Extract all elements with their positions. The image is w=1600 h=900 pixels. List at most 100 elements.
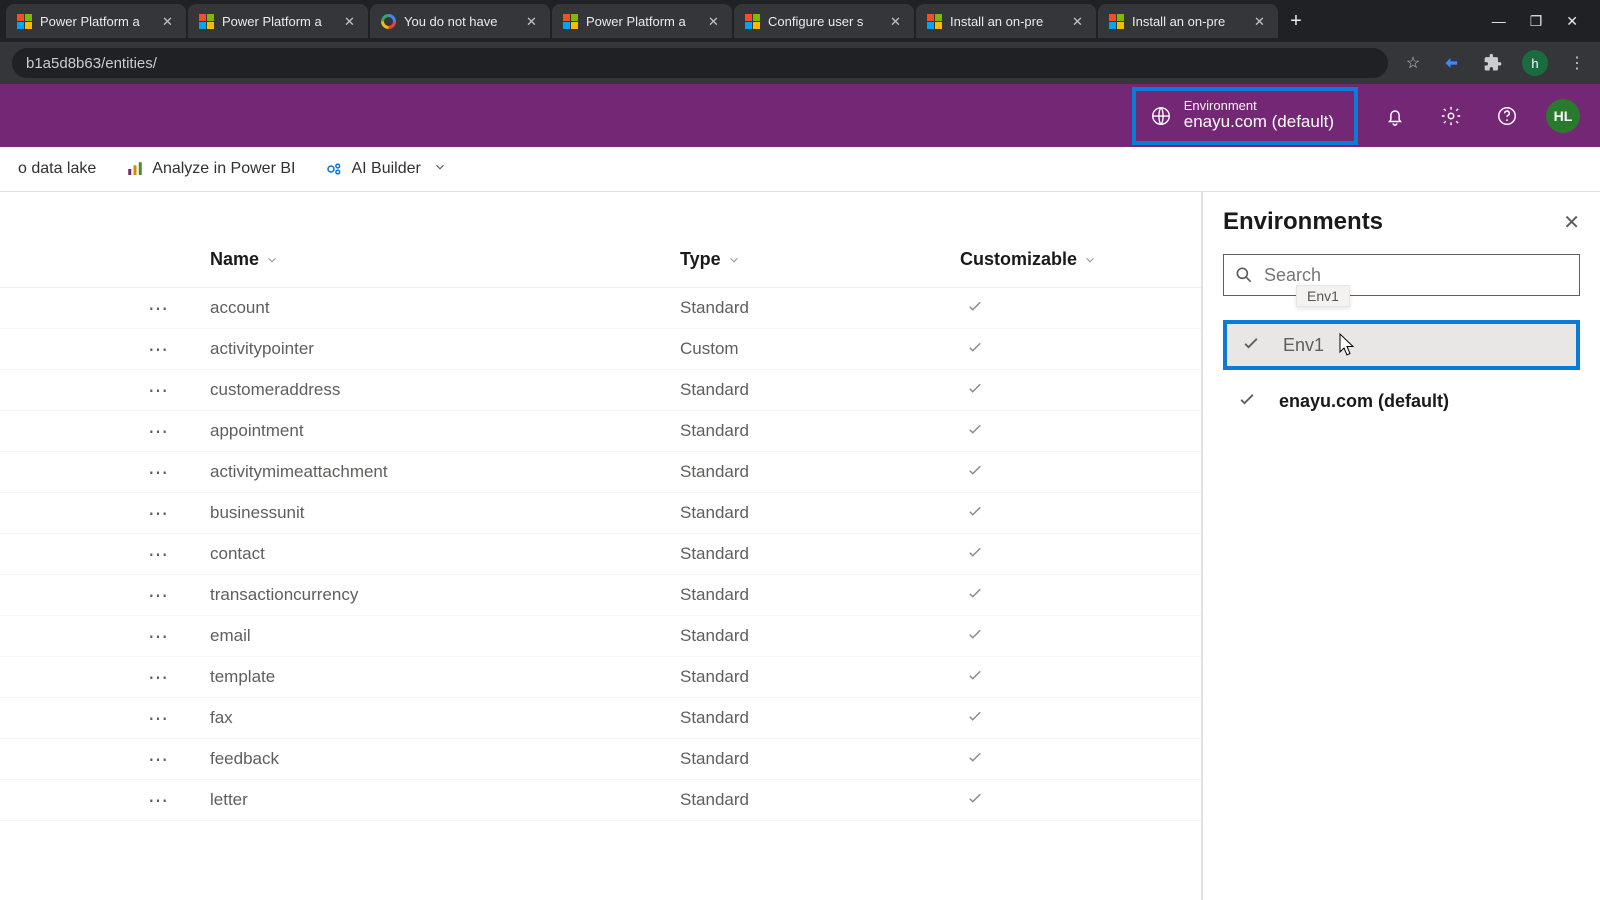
cell-customizable xyxy=(960,420,1160,443)
row-more-icon[interactable]: ⋯ xyxy=(0,665,210,690)
row-more-icon[interactable]: ⋯ xyxy=(0,624,210,649)
chevron-down-icon xyxy=(1083,253,1097,267)
tab-close-icon[interactable]: ✕ xyxy=(526,14,540,28)
panel-title: Environments xyxy=(1223,208,1383,236)
table-row[interactable]: ⋯activitymimeattachmentStandard xyxy=(0,452,1201,493)
browser-tab[interactable]: Power Platform a ✕ xyxy=(552,4,732,38)
ai-builder-label: AI Builder xyxy=(351,160,420,178)
row-more-icon[interactable]: ⋯ xyxy=(0,337,210,362)
browser-tab[interactable]: Configure user s ✕ xyxy=(734,4,914,38)
cell-customizable xyxy=(960,625,1160,648)
tab-close-icon[interactable]: ✕ xyxy=(162,14,176,28)
col-header-label: Name xyxy=(210,249,259,270)
environment-item[interactable]: Env1 xyxy=(1223,320,1580,370)
new-tab-button[interactable]: + xyxy=(1280,5,1312,37)
col-header-customizable[interactable]: Customizable xyxy=(960,249,1160,270)
table-row[interactable]: ⋯accountStandard xyxy=(0,288,1201,329)
analyze-powerbi-button[interactable]: Analyze in Power BI xyxy=(120,154,301,184)
tab-close-icon[interactable]: ✕ xyxy=(1072,14,1086,28)
browser-tab[interactable]: Power Platform a ✕ xyxy=(6,4,186,38)
table-row[interactable]: ⋯contactStandard xyxy=(0,534,1201,575)
table-row[interactable]: ⋯transactioncurrencyStandard xyxy=(0,575,1201,616)
table-row[interactable]: ⋯feedbackStandard xyxy=(0,739,1201,780)
window-minimize-icon[interactable]: — xyxy=(1492,13,1506,30)
cell-type: Standard xyxy=(680,749,960,769)
cell-customizable xyxy=(960,707,1160,730)
user-avatar[interactable]: HL xyxy=(1546,99,1580,133)
close-icon[interactable]: ✕ xyxy=(1563,210,1580,235)
help-question-icon[interactable] xyxy=(1488,97,1526,135)
window-maximize-icon[interactable]: ❐ xyxy=(1530,13,1543,30)
tab-close-icon[interactable]: ✕ xyxy=(344,14,358,28)
browser-tab[interactable]: Install an on-pre ✕ xyxy=(1098,4,1278,38)
favicon-ms-icon xyxy=(744,13,760,29)
row-more-icon[interactable]: ⋯ xyxy=(0,501,210,526)
favicon-ms-icon xyxy=(198,13,214,29)
table-row[interactable]: ⋯activitypointerCustom xyxy=(0,329,1201,370)
favicon-google-icon xyxy=(380,13,396,29)
extensions-puzzle-icon[interactable] xyxy=(1482,52,1504,74)
favicon-ms-icon xyxy=(562,13,578,29)
row-more-icon[interactable]: ⋯ xyxy=(0,583,210,608)
tab-close-icon[interactable]: ✕ xyxy=(890,14,904,28)
environments-search[interactable]: Env1 xyxy=(1223,254,1580,296)
browser-tab[interactable]: Power Platform a ✕ xyxy=(188,4,368,38)
table-row[interactable]: ⋯letterStandard xyxy=(0,780,1201,821)
browser-tab-strip: Power Platform a ✕ Power Platform a ✕ Yo… xyxy=(0,0,1600,42)
url-field[interactable]: b1a5d8b63/entities/ xyxy=(12,48,1388,78)
browser-profile-avatar[interactable]: h xyxy=(1522,50,1548,76)
window-controls: — ❐ ✕ xyxy=(1492,13,1594,30)
row-more-icon[interactable]: ⋯ xyxy=(0,378,210,403)
row-more-icon[interactable]: ⋯ xyxy=(0,419,210,444)
row-more-icon[interactable]: ⋯ xyxy=(0,788,210,813)
cell-customizable xyxy=(960,297,1160,320)
cell-name: fax xyxy=(210,708,680,728)
environment-selector[interactable]: Environment enayu.com (default) xyxy=(1132,87,1358,145)
table-row[interactable]: ⋯templateStandard xyxy=(0,657,1201,698)
row-more-icon[interactable]: ⋯ xyxy=(0,542,210,567)
cell-name: feedback xyxy=(210,749,680,769)
flow-extension-icon[interactable] xyxy=(1442,52,1464,74)
tab-title: Power Platform a xyxy=(40,14,154,29)
col-header-name[interactable]: Name xyxy=(210,249,680,270)
cell-customizable xyxy=(960,584,1160,607)
search-input[interactable] xyxy=(1264,265,1569,286)
settings-gear-icon[interactable] xyxy=(1432,97,1470,135)
row-more-icon[interactable]: ⋯ xyxy=(0,747,210,772)
search-tooltip: Env1 xyxy=(1296,285,1350,307)
window-close-icon[interactable]: ✕ xyxy=(1566,13,1578,30)
tab-title: Power Platform a xyxy=(586,14,700,29)
table-row[interactable]: ⋯appointmentStandard xyxy=(0,411,1201,452)
export-datalake-button[interactable]: o data lake xyxy=(12,154,102,184)
tab-close-icon[interactable]: ✕ xyxy=(1254,14,1268,28)
bookmark-star-icon[interactable]: ☆ xyxy=(1402,52,1424,74)
address-bar: b1a5d8b63/entities/ ☆ h ⋮ xyxy=(0,42,1600,84)
browser-menu-icon[interactable]: ⋮ xyxy=(1566,52,1588,74)
cell-type: Standard xyxy=(680,626,960,646)
table-row[interactable]: ⋯customeraddressStandard xyxy=(0,370,1201,411)
row-more-icon[interactable]: ⋯ xyxy=(0,460,210,485)
row-more-icon[interactable]: ⋯ xyxy=(0,706,210,731)
ai-builder-button[interactable]: AI Builder xyxy=(319,154,452,185)
chevron-down-icon xyxy=(265,253,279,267)
cell-name: transactioncurrency xyxy=(210,585,680,605)
col-header-type[interactable]: Type xyxy=(680,249,960,270)
notifications-bell-icon[interactable] xyxy=(1376,97,1414,135)
chevron-down-icon xyxy=(433,160,447,179)
ai-builder-icon xyxy=(325,160,343,178)
tab-close-icon[interactable]: ✕ xyxy=(708,14,722,28)
table-row[interactable]: ⋯businessunitStandard xyxy=(0,493,1201,534)
browser-tab[interactable]: Install an on-pre ✕ xyxy=(916,4,1096,38)
checkmark-icon xyxy=(1241,333,1263,358)
table-row[interactable]: ⋯faxStandard xyxy=(0,698,1201,739)
cell-customizable xyxy=(960,461,1160,484)
table-row[interactable]: ⋯emailStandard xyxy=(0,616,1201,657)
environment-item[interactable]: enayu.com (default) xyxy=(1223,376,1580,426)
col-header-label: Customizable xyxy=(960,249,1077,270)
col-header-label: Type xyxy=(680,249,721,270)
row-more-icon[interactable]: ⋯ xyxy=(0,296,210,321)
chevron-down-icon xyxy=(727,253,741,267)
checkmark-icon xyxy=(1237,389,1259,414)
cell-customizable xyxy=(960,666,1160,689)
browser-tab[interactable]: You do not have ✕ xyxy=(370,4,550,38)
